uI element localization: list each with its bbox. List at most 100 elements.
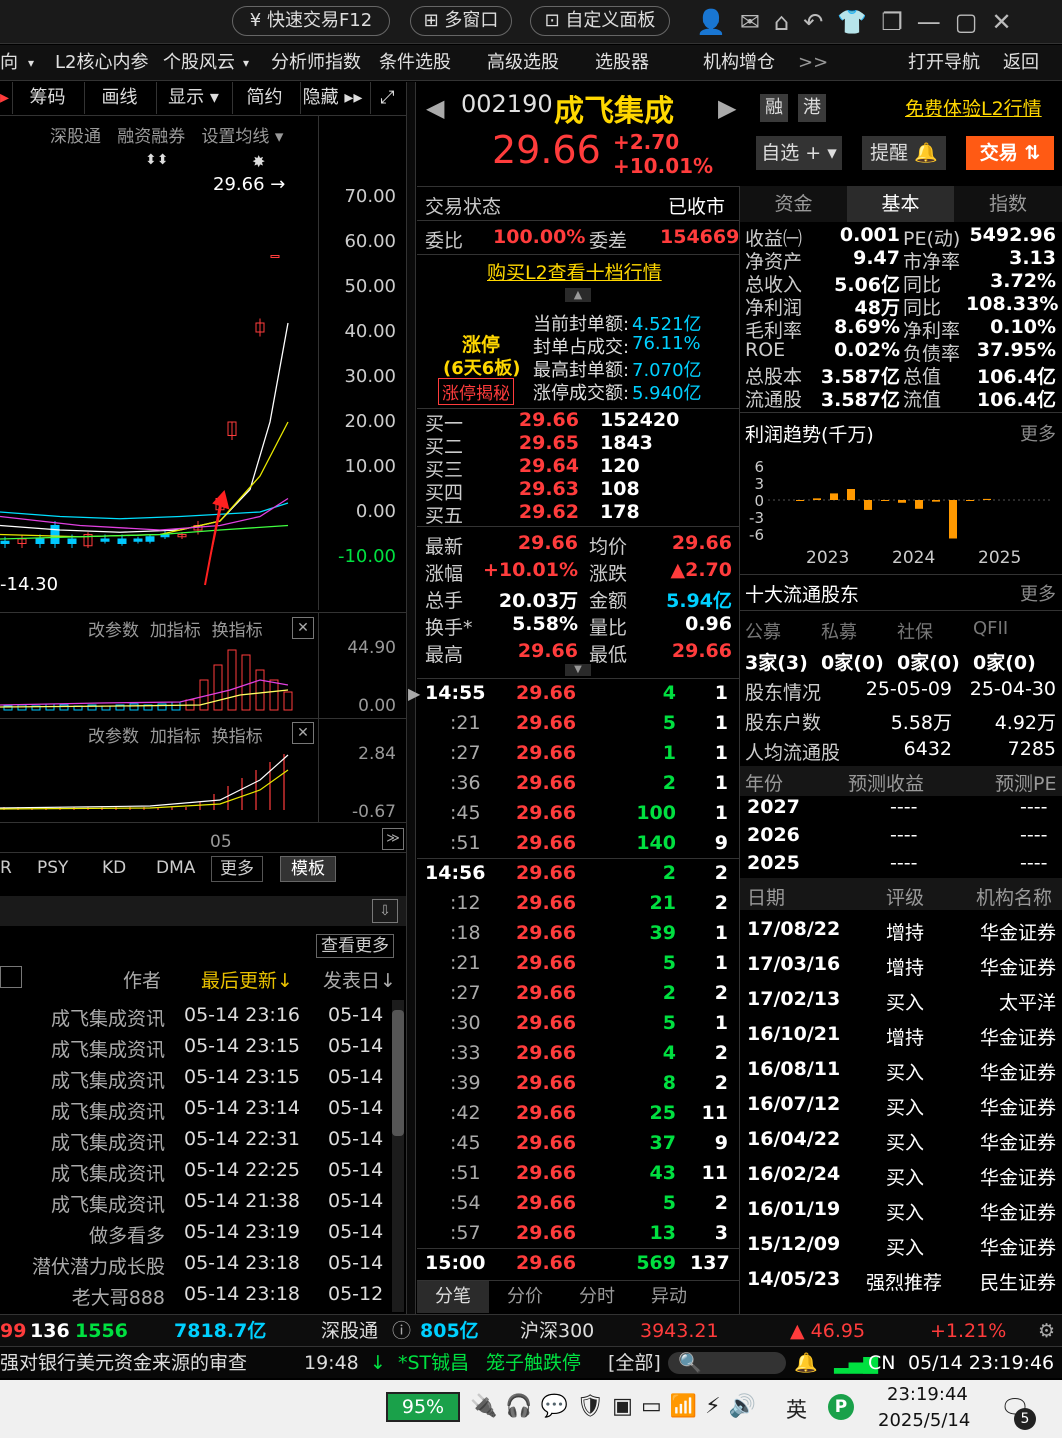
close-icon[interactable]: ✕ <box>991 8 1025 36</box>
maximize-icon[interactable]: ▢ <box>955 8 992 36</box>
menu-item[interactable]: 分析师指数 <box>271 45 361 81</box>
view-more-button[interactable]: 查看更多 <box>316 934 394 958</box>
ind1-param-button[interactable]: 改参数 <box>88 621 139 641</box>
alert-button[interactable]: 提醒 🔔 <box>862 136 946 170</box>
l2-trial-link[interactable]: 免费体验L2行情 <box>905 94 1042 121</box>
left-arrow-icon[interactable]: ▸ <box>0 82 9 114</box>
menu-item[interactable]: L2核心内参 <box>55 45 148 81</box>
undo-icon[interactable]: ↶ <box>803 8 837 36</box>
watchlist-button[interactable]: 自选 + ▾ <box>756 136 842 170</box>
news-author[interactable]: 老大哥888 <box>0 1283 165 1310</box>
hk-badge[interactable]: 港 <box>798 94 826 122</box>
ticker-all[interactable]: [全部] <box>608 1347 661 1379</box>
news-author[interactable]: 成飞集成资讯 <box>0 1097 165 1124</box>
mail-icon[interactable]: ✉ <box>740 8 774 36</box>
chips-button[interactable]: 筹码 <box>12 82 82 114</box>
ind1-switch-button[interactable]: 换指标 <box>212 621 263 641</box>
simple-button[interactable]: 简约 <box>232 82 296 114</box>
fullscreen-icon[interactable]: ⤢ <box>370 82 404 114</box>
buy-l2-link[interactable]: 购买L2查看十档行情 <box>487 258 662 285</box>
col-author[interactable]: 作者 <box>123 966 161 993</box>
menu-item[interactable]: 高级选股 <box>487 45 559 81</box>
tick-tab-abnormal[interactable]: 异动 <box>633 1281 705 1313</box>
tick-tab-trades[interactable]: 分笔 <box>417 1281 489 1313</box>
back-button[interactable]: 返回 <box>1003 45 1039 81</box>
restore-icon[interactable]: ❐ <box>881 8 917 36</box>
tab-basic[interactable]: 基本 <box>847 186 954 222</box>
user-icon[interactable]: 👤 <box>696 8 740 36</box>
home-icon[interactable]: ⌂ <box>774 8 803 36</box>
tab-index[interactable]: 指数 <box>954 186 1062 222</box>
menu-more[interactable]: >> <box>798 45 828 81</box>
menu-item[interactable]: 机构增仓 <box>703 45 775 81</box>
app-icon[interactable]: ▣ <box>612 1394 641 1419</box>
margin-badge[interactable]: 融 <box>760 94 788 122</box>
menu-item[interactable]: 个股风云 <box>163 45 235 81</box>
news-author[interactable]: 成飞集成资讯 <box>0 1190 165 1217</box>
app-green-icon[interactable]: P <box>828 1394 854 1420</box>
skin-icon[interactable]: 👕 <box>837 8 881 36</box>
expand-up-icon[interactable]: ▲ <box>565 288 591 302</box>
profit-more-link[interactable]: 更多 <box>1020 420 1056 446</box>
col-published[interactable]: 发表日↓ <box>323 966 396 993</box>
scroll-right-icon[interactable]: ≫ <box>382 828 404 850</box>
open-nav-button[interactable]: 打开导航 <box>908 45 980 81</box>
draw-line-button[interactable]: 画线 <box>84 82 154 114</box>
ind-tab[interactable]: R <box>0 853 12 883</box>
next-stock-icon[interactable]: ▶ <box>718 94 736 122</box>
menu-item[interactable]: 向 <box>0 45 18 81</box>
custom-board-button[interactable]: ⊡ 自定义面板 <box>530 6 670 36</box>
ind-tab[interactable]: DMA <box>156 853 195 883</box>
news-author[interactable]: 成飞集成资讯 <box>0 1035 165 1062</box>
tick-tab-intraday[interactable]: 分时 <box>561 1281 633 1313</box>
news-author[interactable]: 成飞集成资讯 <box>0 1004 165 1031</box>
ind-tab[interactable]: PSY <box>37 853 68 883</box>
ind-tab-more[interactable]: 更多 <box>211 856 263 882</box>
multi-window-button[interactable]: ⊞ 多窗口 <box>410 6 512 36</box>
settings-gear-icon[interactable]: ⚙ <box>1038 1315 1055 1347</box>
plug-icon[interactable]: 🔌 <box>470 1394 505 1419</box>
wifi-icon[interactable]: 📶 <box>670 1394 705 1419</box>
clock-time[interactable]: 23:19:44 <box>887 1384 968 1405</box>
battery-indicator[interactable]: 95% <box>386 1392 460 1422</box>
news-author[interactable]: 成飞集成资讯 <box>0 1066 165 1093</box>
news-author[interactable]: 成飞集成资讯 <box>0 1159 165 1186</box>
bolt-icon[interactable]: ⚡ <box>705 1394 728 1419</box>
ime-indicator[interactable]: 英 <box>786 1394 807 1424</box>
minimize-icon[interactable]: — <box>917 8 955 36</box>
shield-icon[interactable]: 🛡 <box>576 1394 612 1419</box>
hide-button[interactable]: 隐藏 ▸▸ <box>300 82 364 114</box>
ind-tab[interactable]: KD <box>102 853 126 883</box>
search-input[interactable]: 🔍 <box>668 1352 786 1374</box>
wechat-icon[interactable]: 💬 <box>541 1394 576 1419</box>
headset-icon[interactable]: 🎧 <box>505 1394 540 1419</box>
prev-stock-icon[interactable]: ◀ <box>426 94 444 122</box>
menu-item[interactable]: 选股器 <box>595 45 649 81</box>
download-icon[interactable]: ⇩ <box>372 899 398 923</box>
news-author[interactable]: 成飞集成资讯 <box>0 1128 165 1155</box>
bell-icon[interactable]: 🔔 <box>794 1347 818 1379</box>
ind1-add-button[interactable]: 加指标 <box>150 621 201 641</box>
news-author[interactable]: 做多看多 <box>0 1221 165 1248</box>
ticker-stock[interactable]: *ST铖昌 <box>398 1347 469 1379</box>
holders-more-link[interactable]: 更多 <box>1020 580 1056 606</box>
ind-tab-template[interactable]: 模板 <box>280 856 336 882</box>
news-scrollbar[interactable] <box>392 1000 404 1312</box>
news-author[interactable]: 潜伏潜力成长股 <box>0 1252 165 1279</box>
expand-down-icon[interactable]: ▼ <box>565 664 591 676</box>
volume-icon[interactable]: 🔊 <box>729 1394 764 1419</box>
select-all-checkbox[interactable] <box>0 966 22 988</box>
col-updated[interactable]: 最后更新↓ <box>201 966 293 993</box>
help-icon[interactable]: ⓘ <box>392 1315 411 1347</box>
ind1-close-icon[interactable]: ✕ <box>292 617 314 639</box>
limit-reveal-button[interactable]: 涨停揭秘 <box>438 378 514 405</box>
trade-button[interactable]: 交易 ⇅ <box>966 136 1054 170</box>
quick-trade-button[interactable]: ¥ 快速交易F12 <box>232 6 390 36</box>
display-button[interactable]: 显示 ▾ <box>156 82 230 114</box>
clock-date[interactable]: 2025/5/14 <box>878 1410 970 1431</box>
display-icon[interactable]: ▭ <box>641 1394 670 1419</box>
collapse-icon[interactable]: ▶ <box>408 684 420 703</box>
tick-tab-price[interactable]: 分价 <box>489 1281 561 1313</box>
tab-funds[interactable]: 资金 <box>740 186 847 222</box>
news-ticker[interactable]: 强对银行美元资金来源的审查 <box>0 1347 247 1379</box>
